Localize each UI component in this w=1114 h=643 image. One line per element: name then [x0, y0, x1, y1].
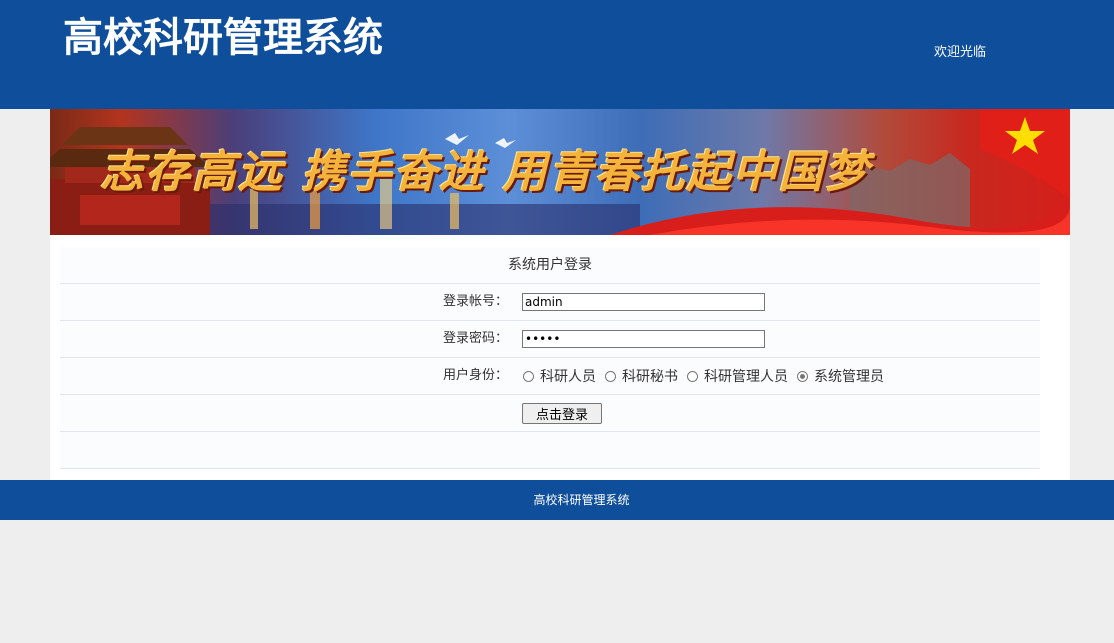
- login-caption: 系统用户登录: [508, 257, 592, 273]
- site-title: 高校科研管理系统: [63, 15, 383, 61]
- banner-image: 志存高远 携手奋进 用青春托起中国梦: [50, 109, 1070, 235]
- empty-row: [60, 432, 1040, 469]
- account-label: 登录帐号：: [442, 294, 508, 309]
- account-row: 登录帐号：: [60, 284, 1040, 321]
- role-radio-secretary[interactable]: [605, 370, 616, 382]
- header-bar: 高校科研管理系统 欢迎光临: [0, 0, 1114, 109]
- role-label-manager: 科研管理人员: [704, 369, 788, 385]
- password-input[interactable]: [522, 330, 765, 348]
- login-button[interactable]: 点击登录: [522, 402, 602, 424]
- role-radio-group: 科研人员 科研秘书 科研管理人员 系统管理员: [522, 366, 892, 386]
- welcome-text: 欢迎光临: [934, 45, 987, 60]
- login-panel: 系统用户登录 登录帐号： 登录密码： 用户身份： 科研人员 科研秘书: [50, 235, 1070, 480]
- submit-row: 点击登录: [60, 395, 1040, 432]
- role-label-admin: 系统管理员: [814, 369, 884, 385]
- role-radio-manager[interactable]: [687, 370, 698, 382]
- account-input[interactable]: [522, 293, 765, 311]
- role-radio-researcher[interactable]: [523, 370, 534, 382]
- role-label-secretary: 科研秘书: [622, 369, 678, 385]
- banner-slogan: 志存高远 携手奋进 用青春托起中国梦: [100, 147, 871, 198]
- role-row: 用户身份： 科研人员 科研秘书 科研管理人员 系统管理员: [60, 358, 1040, 395]
- password-label: 登录密码：: [442, 331, 508, 346]
- role-radio-admin[interactable]: [797, 370, 808, 382]
- role-label: 用户身份：: [442, 368, 508, 383]
- password-row: 登录密码：: [60, 321, 1040, 358]
- footer-bar: 高校科研管理系统: [0, 480, 1114, 520]
- role-label-researcher: 科研人员: [540, 369, 596, 385]
- caption-row: 系统用户登录: [60, 247, 1040, 284]
- login-form: 系统用户登录 登录帐号： 登录密码： 用户身份： 科研人员 科研秘书: [60, 247, 1040, 469]
- footer-text: 高校科研管理系统: [533, 493, 630, 507]
